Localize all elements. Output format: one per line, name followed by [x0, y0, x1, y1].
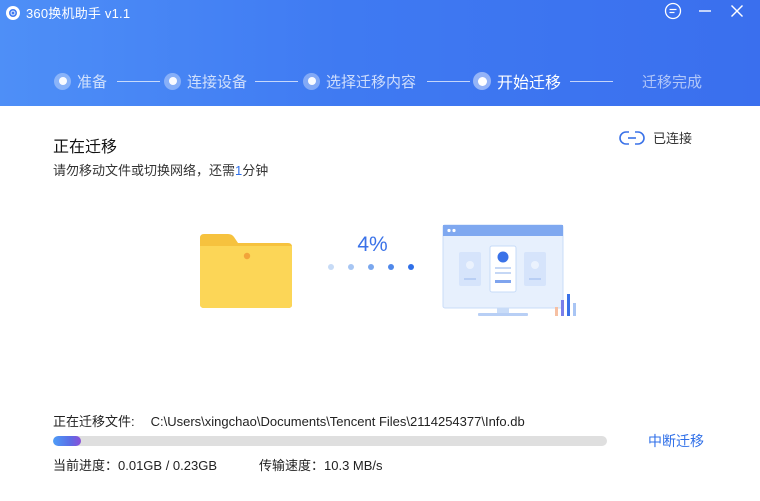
- connection-status: 已连接: [619, 128, 692, 147]
- close-icon[interactable]: [726, 1, 748, 21]
- transfer-animation: [326, 262, 418, 272]
- abort-button[interactable]: 中断迁移: [648, 431, 704, 451]
- transfer-dot: [368, 264, 374, 270]
- transfer-speed: 传输速度：10.3 MB/s: [259, 458, 383, 473]
- feedback-icon[interactable]: [662, 1, 684, 21]
- step-divider: [255, 81, 298, 82]
- minimize-icon[interactable]: [694, 1, 716, 21]
- step-divider: [427, 81, 470, 82]
- step-label: 连接设备: [187, 73, 248, 91]
- link-icon: [619, 130, 645, 145]
- step-dot-active-icon: [473, 72, 491, 90]
- step-indicator: 准备 连接设备 选择迁移内容 开始迁移 迁移完成: [0, 66, 760, 96]
- progress-bar: [53, 436, 607, 446]
- app-logo-icon: [6, 5, 20, 20]
- step-divider: [570, 81, 613, 82]
- connection-label: 已连接: [653, 131, 693, 146]
- step-connect: 连接设备: [164, 66, 247, 96]
- file-label: 正在迁移文件:: [53, 414, 135, 429]
- step-dot-icon: [303, 72, 320, 90]
- progress-bar-fill: [53, 436, 81, 446]
- current-file: 正在迁移文件: C:\Users\xingchao\Documents\Tence…: [53, 411, 525, 430]
- title-area: 360换机助手 v1.1: [6, 3, 130, 22]
- transfer-dot: [388, 264, 394, 270]
- transfer-dot: [408, 264, 414, 270]
- step-label: 选择迁移内容: [326, 73, 417, 91]
- remaining-time-note: 请勿移动文件或切换网络，还需1分钟: [53, 160, 268, 179]
- step-label: 迁移完成: [642, 73, 703, 91]
- step-label: 开始迁移: [497, 75, 562, 92]
- step-dot-icon: [54, 72, 71, 90]
- transfer-dot: [328, 264, 334, 270]
- folder-icon: [200, 234, 292, 308]
- step-divider: [117, 81, 160, 82]
- step-dot-icon: [164, 72, 181, 90]
- file-path: C:\Users\xingchao\Documents\Tencent File…: [150, 414, 525, 429]
- note-unit: 分钟: [242, 163, 269, 178]
- app-title: 360换机助手 v1.1: [26, 6, 131, 21]
- header-bar: 360换机助手 v1.1 准备 连接设备 选择迁移内容 开始迁移 迁移完成: [0, 0, 760, 106]
- step-select: 选择迁移内容: [303, 66, 416, 96]
- page-title: 正在迁移: [53, 139, 118, 156]
- progress-amount: 当前进度：0.01GB / 0.23GB: [53, 458, 218, 473]
- step-prepare: 准备: [54, 66, 107, 96]
- transfer-dot: [348, 264, 354, 270]
- note-text: 请勿移动文件或切换网络，还需: [53, 163, 236, 178]
- step-start: 开始迁移: [473, 66, 561, 96]
- step-complete: 迁移完成: [642, 66, 702, 96]
- computer-monitor-icon: [442, 224, 576, 316]
- percent-label: 4%: [357, 233, 388, 256]
- step-label: 准备: [77, 73, 108, 91]
